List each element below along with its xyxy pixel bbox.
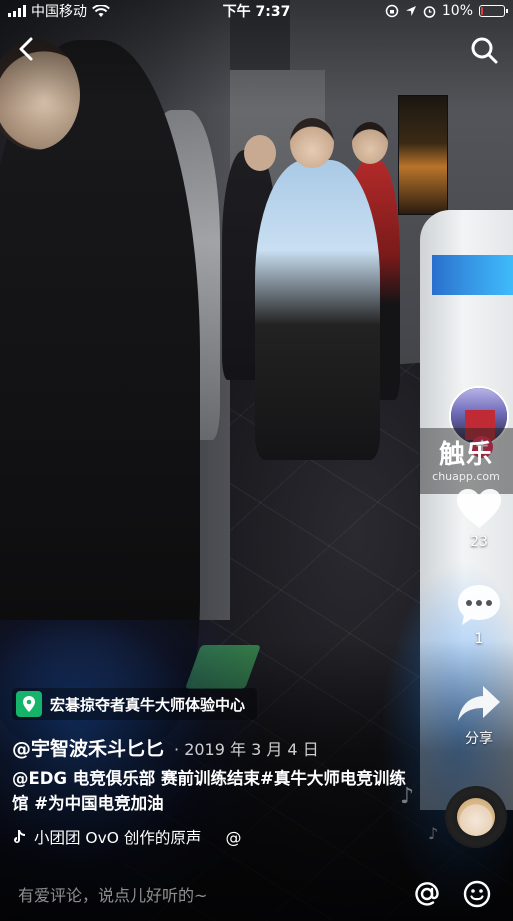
location-name: 宏碁掠夺者真牛大师体验中心 (50, 695, 246, 714)
comment-count: 1 (474, 631, 484, 647)
share-button[interactable]: 分享 (446, 684, 512, 748)
comment-input[interactable]: 有爱评论，说点儿好听的~ (18, 882, 395, 906)
battery-icon (479, 5, 508, 17)
scene-person-head (244, 135, 276, 171)
location-arrow-icon (405, 6, 416, 16)
site-watermark: 触乐 chuapp.com (419, 428, 513, 494)
music-disc-button[interactable] (445, 786, 507, 848)
scene-poster (398, 95, 448, 215)
like-count: 23 (470, 534, 488, 550)
author-line: @宇智波禾斗匕匕 · 2019 年 3 月 4 日 (12, 734, 319, 761)
at-icon (415, 881, 439, 906)
comment-button[interactable]: 1 (446, 583, 512, 647)
tiktok-note-icon (14, 830, 25, 843)
scene-person-head (352, 122, 388, 164)
signal-icon (8, 5, 26, 17)
comment-bubble-icon (458, 585, 500, 625)
video-description[interactable]: @EDG 电竞俱乐部 赛前训练结束#真牛大师电竞训练馆 #为中国电竞加油 (12, 766, 412, 816)
music-title: 小团团 OvO 创作的原声 (34, 829, 202, 847)
emoji-button[interactable] (459, 876, 495, 912)
chevron-left-icon (19, 37, 33, 61)
heart-icon (457, 489, 501, 528)
scene-counter-light (432, 255, 513, 295)
like-button[interactable]: 23 (446, 488, 512, 550)
alarm-icon (423, 5, 436, 18)
back-button[interactable] (10, 32, 44, 66)
watermark-domain: chuapp.com (432, 469, 500, 483)
watermark-logo: 触乐 (438, 439, 493, 470)
scene-person (255, 160, 380, 460)
wifi-icon (92, 4, 110, 17)
emoji-icon (463, 880, 491, 907)
carrier-name: 中国移动 (31, 4, 87, 20)
post-date: · 2019 年 3 月 4 日 (174, 740, 319, 759)
music-cover (457, 798, 495, 836)
battery-fill (481, 7, 483, 15)
music-note-icon: ♪ (428, 824, 439, 843)
search-icon (471, 37, 498, 64)
rotation-lock-icon (385, 4, 399, 18)
share-arrow-icon (458, 686, 500, 721)
search-button[interactable] (466, 32, 502, 68)
music-line[interactable]: 小团团 OvO 创作的原声 @ (12, 826, 241, 848)
location-pin-icon (16, 691, 42, 717)
status-right: 10% (385, 3, 508, 19)
author-name[interactable]: @宇智波禾斗匕匕 (12, 734, 164, 761)
location-tag[interactable]: 宏碁掠夺者真牛大师体验中心 (12, 688, 258, 720)
battery-percent: 10% (441, 3, 473, 19)
status-left: 中国移动 (8, 1, 110, 21)
music-at: @ (225, 827, 242, 847)
share-label: 分享 (465, 731, 493, 747)
status-bar: 中国移动 下午 7:37 10% (0, 0, 513, 22)
comment-bar: 有爱评论，说点儿好听的~ (0, 866, 513, 921)
mention-button[interactable] (409, 876, 445, 912)
scene-person-head (290, 118, 334, 168)
